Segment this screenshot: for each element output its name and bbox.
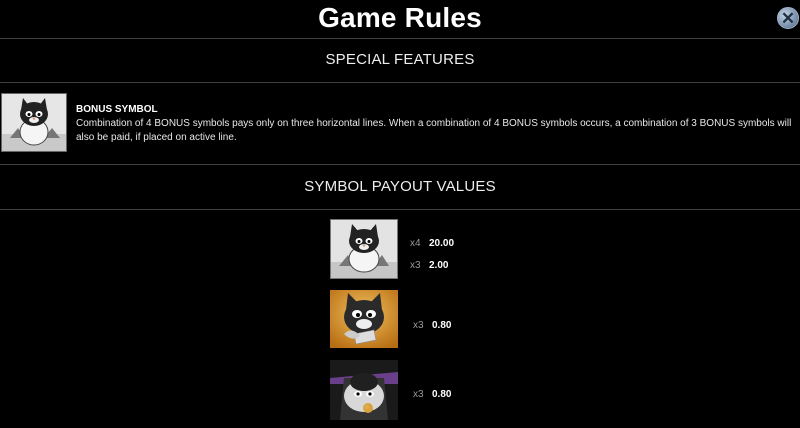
payout-multiplier: x3 [410, 260, 421, 271]
divider [0, 82, 800, 83]
divider [0, 209, 800, 210]
payout-multiplier: x4 [410, 238, 421, 249]
cat-wizard-symbol-icon [330, 360, 398, 420]
bonus-symbol-name: BONUS SYMBOL [76, 104, 158, 115]
bonus-symbol-icon [1, 93, 67, 152]
cat-with-fish-symbol-icon [330, 290, 398, 348]
divider [0, 38, 800, 39]
bonus-symbol-payout-icon [330, 219, 398, 279]
bonus-symbol-description: Combination of 4 BONUS symbols pays only… [76, 118, 792, 143]
payout-multiplier: x3 [413, 320, 424, 331]
payout-value: 20.00 [429, 238, 455, 249]
payout-multiplier: x3 [413, 389, 424, 400]
special-features-heading: SPECIAL FEATURES [325, 51, 475, 68]
divider [0, 164, 800, 165]
page-title: Game Rules [318, 2, 482, 33]
payout-value: 0.80 [432, 389, 452, 400]
payout-value: 0.80 [432, 320, 452, 331]
payout-value: 2.00 [429, 260, 449, 271]
close-icon[interactable]: ✕ [777, 7, 799, 29]
payout-values-heading: SYMBOL PAYOUT VALUES [304, 178, 496, 195]
